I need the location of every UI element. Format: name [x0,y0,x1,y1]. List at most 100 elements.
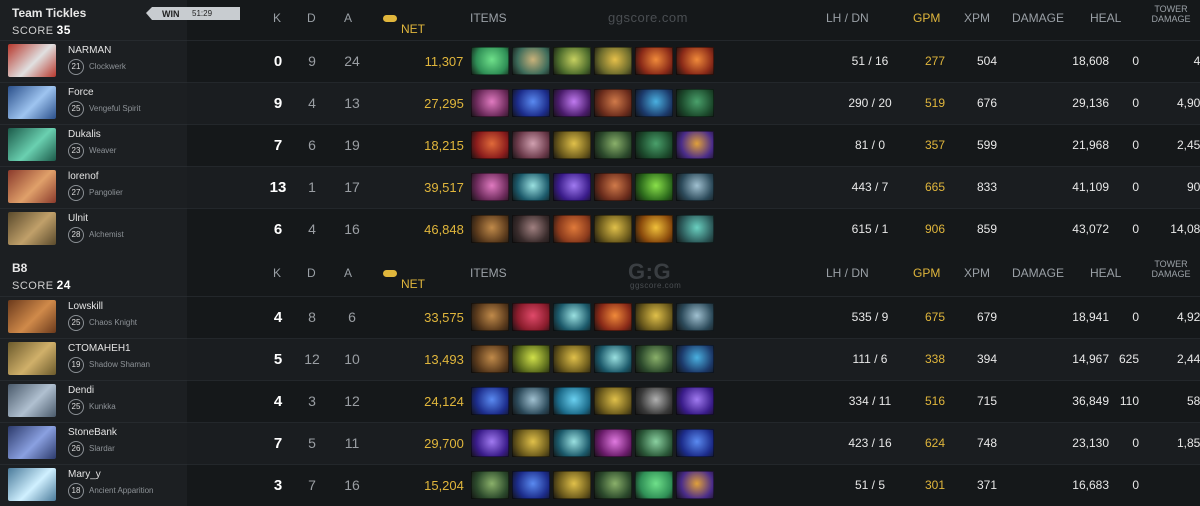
player-name[interactable]: Ulnit [68,213,88,224]
player-card[interactable]: NARMAN 21 Clockwerk [0,40,187,82]
item-icon[interactable] [676,471,714,499]
item-icon[interactable] [594,471,632,499]
item-icon[interactable] [471,131,509,159]
heal-value: 0 [1132,180,1139,194]
player-card[interactable]: Lowskill 25 Chaos Knight [0,296,187,338]
item-icon[interactable] [512,303,550,331]
item-icon[interactable] [635,303,673,331]
item-icon[interactable] [676,89,714,117]
stat-row: 5121013,493111 / 633839414,9676252,449 [187,338,1200,380]
item-icon[interactable] [512,215,550,243]
player-name[interactable]: Mary_y [68,469,101,480]
tower-damage-value: 48 [1193,54,1200,68]
player-name[interactable]: Dendi [68,385,94,396]
item-icon[interactable] [471,429,509,457]
item-icon[interactable] [676,345,714,373]
item-icon[interactable] [471,471,509,499]
item-icon[interactable] [553,471,591,499]
assists-value: 13 [344,95,360,111]
item-icon[interactable] [512,131,550,159]
tower-damage-value: 584 [1186,394,1200,408]
score-value: 35 [56,23,71,37]
player-card[interactable]: lorenof 27 Pangolier [0,166,187,208]
item-icon[interactable] [594,345,632,373]
item-icon[interactable] [676,303,714,331]
stat-row: 1311739,517443 / 766583341,1090903 [187,166,1200,208]
last-hits-denies-value: 535 / 9 [851,310,889,324]
player-card[interactable]: Ulnit 28 Alchemist [0,208,187,250]
item-icon[interactable] [635,89,673,117]
item-icon[interactable] [594,429,632,457]
item-icon[interactable] [471,47,509,75]
item-icon[interactable] [512,429,550,457]
item-icon[interactable] [594,303,632,331]
score-label: SCORE [12,25,54,37]
item-icon[interactable] [635,429,673,457]
player-name[interactable]: Dukalis [68,129,101,140]
player-card[interactable]: Dukalis 23 Weaver [0,124,187,166]
item-icon[interactable] [635,131,673,159]
item-icon[interactable] [512,387,550,415]
assists-value: 16 [344,221,360,237]
player-card[interactable]: Dendi 25 Kunkka [0,380,187,422]
player-name[interactable]: lorenof [68,171,99,182]
heal-value: 110 [1119,394,1139,408]
player-card[interactable]: Mary_y 18 Ancient Apparition [0,464,187,506]
damage-value: 29,136 [1072,96,1109,110]
item-icon[interactable] [512,47,550,75]
item-icon[interactable] [594,47,632,75]
item-icon[interactable] [512,89,550,117]
item-icon[interactable] [553,173,591,201]
item-icon[interactable] [635,471,673,499]
item-icon[interactable] [676,173,714,201]
item-icon[interactable] [635,387,673,415]
item-icon[interactable] [553,215,591,243]
item-icon[interactable] [471,173,509,201]
item-icon[interactable] [471,215,509,243]
item-icon[interactable] [635,345,673,373]
header-heal: HEAL [1090,11,1122,25]
player-card[interactable]: Force 25 Vengeful Spirit [0,82,187,124]
player-name[interactable]: Force [68,87,94,98]
item-icon[interactable] [676,215,714,243]
item-icon[interactable] [512,345,550,373]
item-icon[interactable] [471,303,509,331]
player-name[interactable]: CTOMAHEH1 [68,343,131,354]
item-icon[interactable] [553,89,591,117]
item-icon[interactable] [635,47,673,75]
score-label: SCORE [12,280,54,292]
item-icon[interactable] [471,89,509,117]
team-header: B8 SCORE 24 [0,255,187,295]
item-icon[interactable] [594,387,632,415]
item-icon[interactable] [594,131,632,159]
item-icon[interactable] [553,303,591,331]
item-icon[interactable] [635,215,673,243]
item-icon[interactable] [676,387,714,415]
item-icon[interactable] [676,429,714,457]
player-name[interactable]: Lowskill [68,301,103,312]
item-icon[interactable] [594,89,632,117]
player-card[interactable]: CTOMAHEH1 19 Shadow Shaman [0,338,187,380]
player-name[interactable]: NARMAN [68,45,111,56]
item-icon[interactable] [512,173,550,201]
item-icon[interactable] [553,345,591,373]
item-icon[interactable] [553,429,591,457]
item-icon[interactable] [594,173,632,201]
item-icon[interactable] [594,215,632,243]
score-value: 24 [56,278,71,292]
heal-value: 0 [1132,96,1139,110]
item-icon[interactable] [553,131,591,159]
item-icon[interactable] [512,471,550,499]
team-name: B8 [12,261,28,275]
item-icon[interactable] [676,131,714,159]
item-icon[interactable] [553,47,591,75]
item-icon[interactable] [471,345,509,373]
hero-name: Chaos Knight [89,318,138,327]
item-icon[interactable] [635,173,673,201]
item-icon[interactable] [471,387,509,415]
item-icon[interactable] [676,47,714,75]
player-name[interactable]: StoneBank [68,427,117,438]
xpm-value: 833 [976,180,998,194]
player-card[interactable]: StoneBank 26 Slardar [0,422,187,464]
item-icon[interactable] [553,387,591,415]
